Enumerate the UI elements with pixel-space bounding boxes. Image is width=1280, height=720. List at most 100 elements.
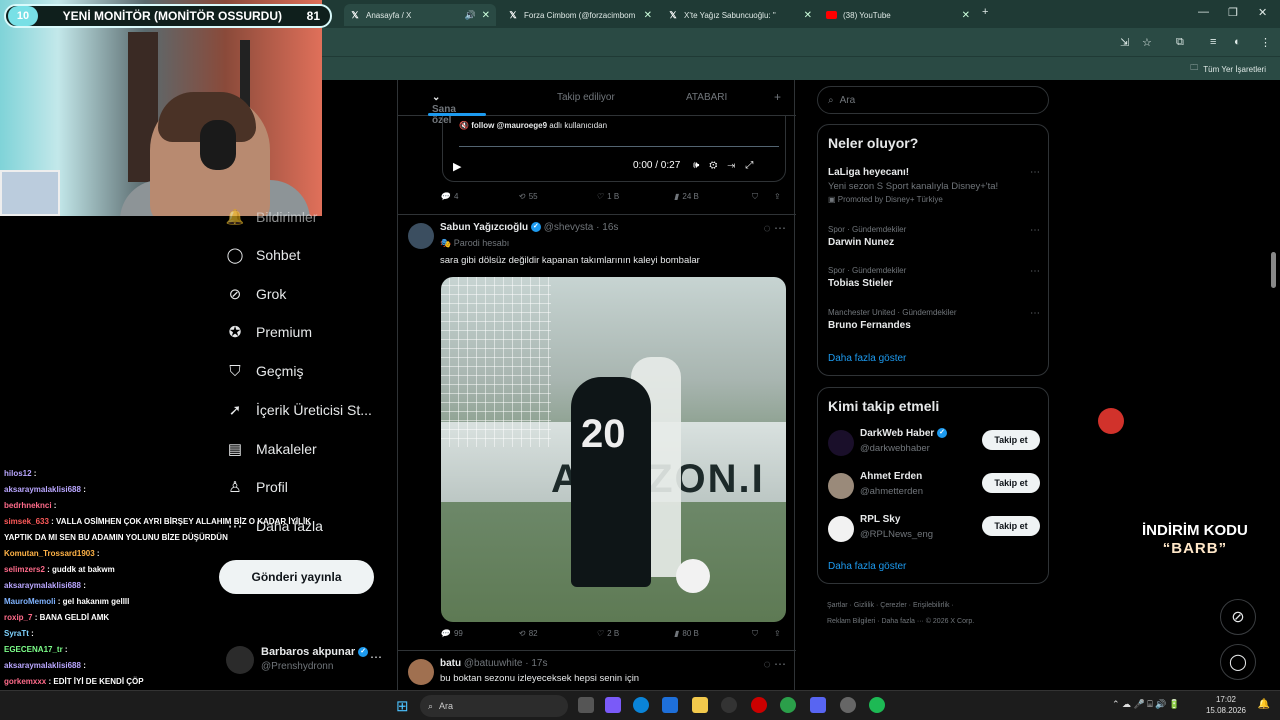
more-icon[interactable]: ⋯ — [1030, 308, 1040, 319]
scrollbar[interactable] — [1271, 252, 1276, 288]
footer-line[interactable]: Şartlar · Gizlilik · Çerezler · Erişileb… — [827, 598, 1049, 614]
repost-button[interactable]: ⟲ 55 — [518, 192, 538, 201]
video-player[interactable]: 🔇 follow @mauroege9 adlı kullanıcıdan ▶ … — [442, 116, 786, 182]
profile-icon[interactable]: ◐ — [1234, 36, 1241, 48]
tab-for-you[interactable]: Sana özel ⌄ — [432, 92, 456, 126]
share-button[interactable]: ⇪ — [774, 192, 781, 201]
discord-icon[interactable] — [810, 697, 826, 713]
notification-icon[interactable]: 🔔 — [1258, 699, 1270, 710]
chat-username[interactable]: selimzers2 — [4, 565, 45, 574]
more-icon[interactable]: ◌ ⋯ — [764, 221, 786, 235]
trend-item[interactable]: LaLiga heyecanı! Yeni sezon S Sport kana… — [828, 167, 1040, 204]
chat-username[interactable]: aksaraymalaklisi688 — [4, 581, 81, 590]
follow-suggestion[interactable]: Ahmet Erden @ahmetterden Takip et — [828, 471, 1040, 501]
more-icon[interactable]: ⋯ — [1030, 225, 1040, 236]
tab-list[interactable]: ATABARI — [686, 92, 727, 103]
more-icon[interactable]: ◌ ⋯ — [764, 657, 786, 671]
clock[interactable]: 17:02 15.08.2026 — [1206, 694, 1246, 716]
bookmark-button[interactable]: ⛉ — [752, 192, 758, 202]
video-controls[interactable]: 🕪⚙⇥⤢ — [693, 160, 763, 171]
progress-bar[interactable] — [459, 146, 779, 147]
like-button[interactable]: ♡ 1 B — [596, 192, 619, 201]
nav-item-articles[interactable]: ▤ Makaleler — [226, 434, 317, 464]
more-icon[interactable]: ⋯ — [1030, 167, 1040, 178]
tray-icons[interactable]: ⌃ ☁ 🎤 ⌸ 🔊 🔋 — [1112, 699, 1180, 710]
extensions-icon[interactable]: ⧉ — [1176, 36, 1184, 49]
tweet-video[interactable]: AMAZON.I 20 — [441, 277, 786, 622]
chat-username[interactable]: aksaraymalaklisi688 — [4, 485, 81, 494]
repost-button[interactable]: ⟲ 82 — [518, 629, 538, 638]
windows-start-icon[interactable]: ⊞ — [396, 697, 409, 715]
outlook-icon[interactable] — [662, 697, 678, 713]
chat-username[interactable]: EGECENA17_tr — [4, 645, 63, 654]
nav-item-grok[interactable]: ⊘ Grok — [226, 279, 287, 309]
follow-button[interactable]: Takip et — [982, 473, 1040, 493]
tab-forza[interactable]: 𝕏 Forza Cimbom (@forzacimbom ✕ — [502, 4, 658, 26]
follow-button[interactable]: Takip et — [982, 430, 1040, 450]
views-button[interactable]: ▮ 80 B — [674, 629, 699, 638]
chat-username[interactable]: aksaraymalaklisi688 — [4, 661, 81, 670]
trend-item[interactable]: Spor · Gündemdekiler Darwin Nunez ⋯ — [828, 225, 1040, 248]
task-view-icon[interactable] — [578, 697, 594, 713]
show-more-link[interactable]: Daha fazla göster — [828, 561, 906, 572]
close-tab-icon[interactable]: ✕ — [804, 10, 812, 21]
follow-suggestion[interactable]: DarkWeb Haber ✓ @darkwebhaber Takip et — [828, 428, 1040, 458]
reply-button[interactable]: 💬 99 — [440, 629, 463, 638]
bookmark-button[interactable]: ⛉ — [752, 629, 758, 639]
chat-username[interactable]: SyraTt — [4, 629, 29, 638]
more-icon[interactable]: ⋯ — [1030, 266, 1040, 277]
follow-button[interactable]: Takip et — [982, 516, 1040, 536]
search-input[interactable]: ⌕ Ara — [817, 86, 1049, 114]
nav-item-bookmarks[interactable]: ⛉ Geçmiş — [226, 356, 303, 386]
new-tab-icon[interactable]: + — [982, 6, 988, 18]
tweet-author[interactable]: Sabun Yağızcıoğlu ✓ @shevysta · 16s — [440, 222, 618, 233]
footer-line[interactable]: Reklam Bilgileri · Daha fazla ··· © 2026… — [827, 614, 1049, 630]
tweet[interactable]: Sabun Yağızcıoğlu ✓ @shevysta · 16s ◌ ⋯ … — [398, 214, 796, 650]
close-tab-icon[interactable]: ✕ — [482, 10, 490, 21]
trend-item[interactable]: Manchester United · Gündemdekiler Bruno … — [828, 308, 1040, 331]
minimize-icon[interactable]: — — [1198, 6, 1209, 18]
nav-item-chat[interactable]: ◯ Sohbet — [226, 240, 301, 270]
more-icon[interactable]: ⋯ — [370, 650, 382, 664]
tweet-author[interactable]: batu @batuuwhite · 17s — [440, 658, 547, 669]
copilot-icon[interactable] — [605, 697, 621, 713]
chat-username[interactable]: roxip_7 — [4, 613, 32, 622]
tab-home[interactable]: 𝕏 Anasayfa / X 🔊 ✕ — [344, 4, 496, 26]
playlist-icon[interactable]: ≡ — [1210, 36, 1216, 48]
messages-fab-icon[interactable]: ◯ — [1220, 644, 1256, 680]
nav-item-creator-studio[interactable]: ➚ İçerik Üreticisi St... — [226, 395, 372, 425]
tweet[interactable]: batu @batuuwhite · 17s ◌ ⋯ bu boktan sez… — [398, 650, 796, 690]
tab-youtube[interactable]: (38) YouTube ✕ — [820, 4, 976, 26]
nav-item-premium[interactable]: ✪ Premium — [226, 317, 312, 347]
chat-username[interactable]: gorkemxxx — [4, 677, 46, 686]
play-icon[interactable]: ▶ — [453, 160, 461, 173]
install-icon[interactable]: ⇲ — [1120, 36, 1129, 49]
follow-suggestion[interactable]: RPL Sky @RPLNews_eng Takip et — [828, 514, 1040, 544]
add-tab-icon[interactable]: + — [774, 90, 781, 104]
edge-icon[interactable] — [633, 697, 649, 713]
like-button[interactable]: ♡ 2 B — [596, 629, 619, 638]
taskbar-search[interactable]: ⌕ Ara — [420, 695, 568, 717]
restore-icon[interactable]: ❐ — [1228, 6, 1238, 19]
tab-following[interactable]: Takip ediliyor — [557, 92, 615, 103]
app-icon[interactable] — [840, 697, 856, 713]
explorer-icon[interactable] — [692, 697, 708, 713]
grok-fab-icon[interactable]: ⊘ — [1220, 599, 1256, 635]
menu-icon[interactable]: ⋮ — [1260, 36, 1271, 49]
nav-item-notifications[interactable]: 🔔 Bildirimler — [226, 202, 318, 232]
show-more-link[interactable]: Daha fazla göster — [828, 353, 906, 364]
xbox-icon[interactable] — [721, 697, 737, 713]
all-bookmarks[interactable]: 🗀 Tüm Yer İşaretleri — [1190, 62, 1266, 76]
chat-username[interactable]: Komutan_Trossard1903 — [4, 549, 95, 558]
chat-username[interactable]: hilos12 — [4, 469, 32, 478]
tab-yagiz[interactable]: 𝕏 X'te Yağız Sabuncuoğlu: " ✕ — [662, 4, 818, 26]
trend-item[interactable]: Spor · Gündemdekiler Tobias Stieler ⋯ — [828, 266, 1040, 289]
spotify-icon[interactable] — [869, 697, 885, 713]
chat-username[interactable]: bedrhneknci — [4, 501, 52, 510]
share-button[interactable]: ⇪ — [774, 629, 781, 638]
chat-username[interactable]: simsek_633 — [4, 517, 49, 526]
star-icon[interactable]: ☆ — [1142, 36, 1152, 49]
close-window-icon[interactable]: ✕ — [1258, 6, 1267, 19]
opera-icon[interactable] — [751, 697, 767, 713]
reply-button[interactable]: 💬 4 — [440, 192, 458, 201]
